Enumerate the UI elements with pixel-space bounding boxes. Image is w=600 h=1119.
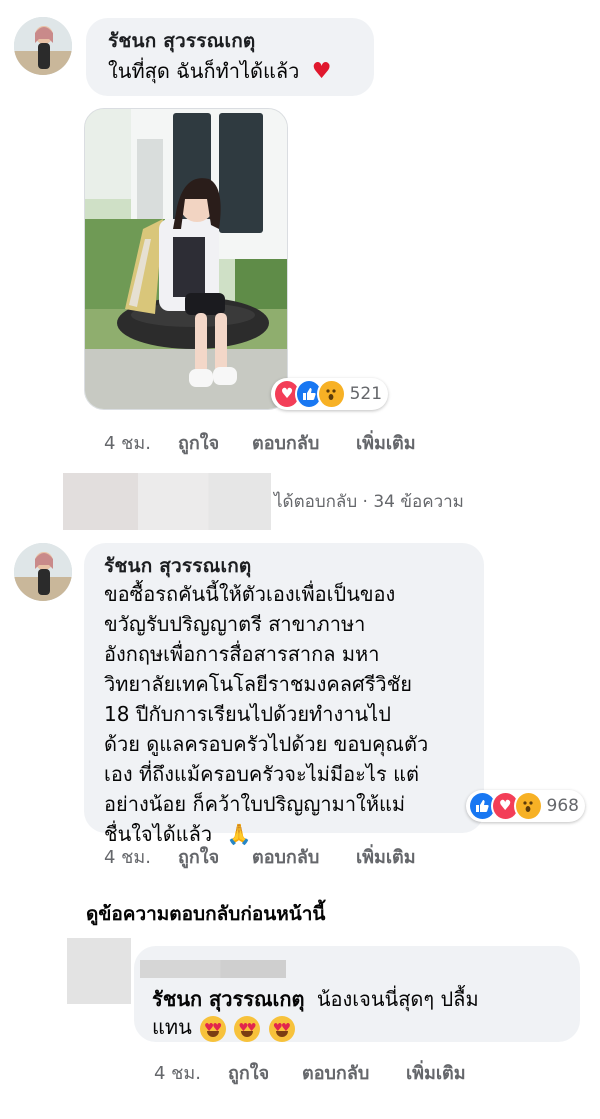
view-previous-replies-link[interactable]: ดูข้อความตอบกลับก่อนหน้านี้ [86, 899, 325, 929]
reaction-count: 521 [349, 384, 383, 404]
reaction-count: 968 [546, 796, 579, 816]
reply-button[interactable]: ตอบกลับ [252, 842, 319, 871]
comment-line: อย่างน้อย ก็คว้าใบปริญญามาให้แม่ [104, 792, 406, 816]
heart-eyes-emoji-icon: ♥ ♥ [200, 1015, 227, 1042]
reply-bubble: รัชนก สุวรรณเกตุ น้องเจนนี่สุดๆ ปลื้ม แท… [134, 946, 580, 1042]
comment-line: เอง ที่ถึงแม้ครอบครัวจะไม่มีอะไร แต่ [104, 762, 419, 786]
comment-text: ในที่สุด ฉันก็ทำได้แล้ว ♥ [108, 56, 332, 87]
comment-text: ขอซื้อรถคันนี้ให้ตัวเองเพื่อเป็นของ ขวัญ… [104, 579, 474, 849]
comment-time[interactable]: 4 ชม. [104, 428, 151, 457]
mention-link[interactable]: รัชนก สุวรรณเกตุ [152, 987, 304, 1011]
more-button[interactable]: เพิ่มเติม [356, 842, 416, 871]
reply-time[interactable]: 4 ชม. [154, 1058, 201, 1087]
more-button[interactable]: เพิ่มเติม [406, 1058, 466, 1087]
view-replies-link[interactable]: ได้ตอบกลับ · 34 ข้อความ [274, 488, 464, 515]
comment-bubble: รัชนก สุวรรณเกตุ ขอซื้อรถคันนี้ให้ตัวเอง… [84, 543, 484, 846]
comment-actions: 4 ชม. ถูกใจ ตอบกลับ เพิ่มเติม [0, 842, 600, 868]
wow-icon [317, 379, 346, 409]
reply-button[interactable]: ตอบกลับ [302, 1058, 369, 1087]
comment-text-content: ในที่สุด ฉันก็ทำได้แล้ว [108, 59, 300, 83]
more-button[interactable]: เพิ่มเติม [356, 428, 416, 457]
reply-text-content: น้องเจนนี่สุดๆ ปลื้ม [316, 987, 479, 1011]
heart-eyes-emoji-icon: ♥ ♥ [268, 1015, 295, 1042]
reply-text: รัชนก สุวรรณเกตุ น้องเจนนี่สุดๆ ปลื้ม [152, 984, 479, 1014]
like-button[interactable]: ถูกใจ [228, 1058, 269, 1087]
heart-eyes-emoji-icon: ♥ ♥ [234, 1015, 261, 1042]
avatar[interactable] [14, 17, 72, 75]
comment-author[interactable]: รัชนก สุวรรณเกตุ [108, 26, 255, 56]
like-button[interactable]: ถูกใจ [178, 842, 219, 871]
wow-icon [513, 791, 543, 821]
heart-emoji-icon: ♥ [311, 59, 332, 84]
comment-line: ขอซื้อรถคันนี้ให้ตัวเองเพื่อเป็นของ [104, 582, 396, 606]
comment-author[interactable]: รัชนก สุวรรณเกตุ [104, 551, 251, 581]
avatar-blurred[interactable] [67, 938, 131, 1004]
reply-text-content: แทน [152, 1015, 192, 1039]
reply-author-blurred[interactable] [140, 960, 286, 978]
comment-line: 18 ปีกับการเรียนไปด้วยทำงานไป [104, 702, 391, 726]
reply-actions: 4 ชม. ถูกใจ ตอบกลับ เพิ่มเติม [0, 1058, 600, 1084]
comment-line: วิทยาลัยเทคโนโลยีราชมงคลศรีวิชัย [104, 672, 412, 696]
comment-bubble: รัชนก สุวรรณเกตุ ในที่สุด ฉันก็ทำได้แล้ว… [86, 18, 374, 96]
replier-avatars-blurred[interactable] [63, 473, 271, 530]
reply-text-line2: แทน ♥ ♥ ♥ ♥ ♥ ♥ [152, 1012, 295, 1042]
comment-time[interactable]: 4 ชม. [104, 842, 151, 871]
reply-button[interactable]: ตอบกลับ [252, 428, 319, 457]
comment-actions: 4 ชม. ถูกใจ ตอบกลับ เพิ่มเติม [0, 428, 600, 454]
comment-photo[interactable] [84, 108, 288, 410]
comment-line: อังกฤษเพื่อการสื่อสารสากล มหา [104, 642, 380, 666]
comment-line: ด้วย ดูแลครอบครัวไปด้วย ขอบคุณตัว [104, 732, 429, 756]
comment-line: ขวัญรับปริญญาตรี สาขาภาษา [104, 612, 366, 636]
like-button[interactable]: ถูกใจ [178, 428, 219, 457]
reaction-summary[interactable]: ♥ 968 [466, 790, 585, 822]
avatar[interactable] [14, 543, 72, 601]
reaction-summary[interactable]: ♥ 521 [271, 378, 388, 410]
